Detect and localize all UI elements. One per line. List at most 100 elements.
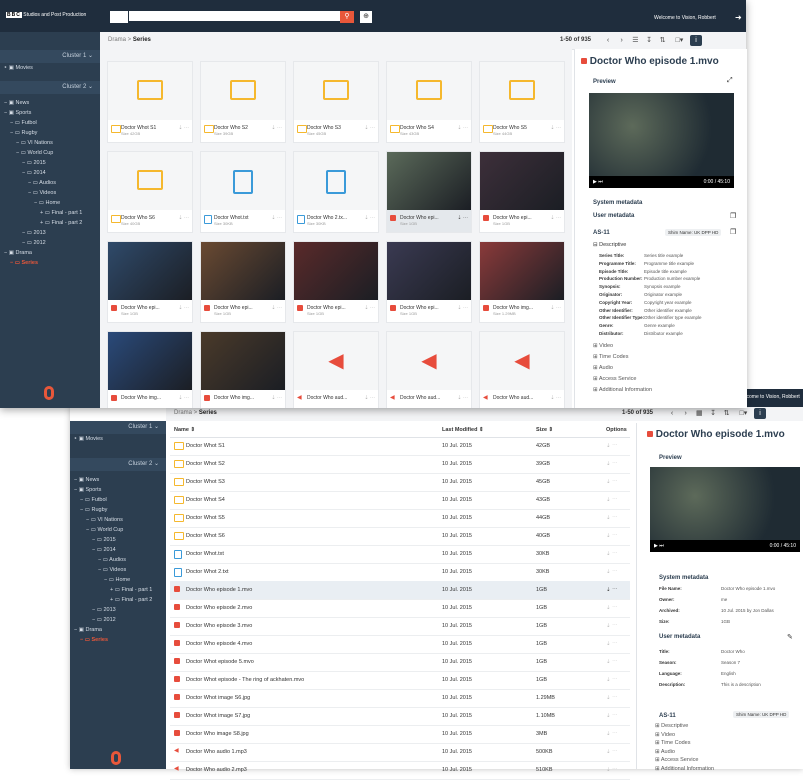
sidebar-item-audios[interactable]: − ▭ Audios	[70, 555, 166, 565]
grid-item[interactable]: Doctor Whot S1 Size 42GB ⇣ ⋯	[107, 61, 193, 143]
play-button[interactable]: ▶ ⏭	[593, 179, 603, 185]
table-row[interactable]: Doctor Who episode 1.mvo 10 Jul. 2015 1GB ⇣…	[170, 581, 630, 600]
sidebar-item-vi-nations[interactable]: − ▭ VI Nations	[70, 515, 166, 525]
as11-section[interactable]: ⊞ Audio	[655, 749, 795, 758]
table-row[interactable]: Doctor Whot image S6.jpg 10 Jul. 2015 1.29…	[170, 689, 630, 708]
back-user-metadata-label[interactable]: User metadata	[659, 634, 700, 640]
copy-icon[interactable]: ❐	[730, 228, 736, 236]
grid-item[interactable]: Doctor Who epi... Size 1GB ⇣ ⋯	[479, 151, 565, 233]
item-actions[interactable]: ⇣ ⋯	[178, 125, 189, 131]
table-row[interactable]: Doctor Whot episode 5.mvo 10 Jul. 2015 1GB…	[170, 653, 630, 672]
item-actions[interactable]: ⇣ ⋯	[550, 395, 561, 401]
prev-page-button[interactable]: ‹	[666, 408, 678, 419]
filter-button[interactable]: □▾	[734, 408, 752, 419]
preview-label[interactable]: Preview	[593, 79, 616, 85]
row-options[interactable]: ⇣ ⋯	[606, 551, 618, 557]
table-row[interactable]: Doctor Whot S3 10 Jul. 2015 45GB ⇣ ⋯	[170, 473, 630, 492]
grid-item[interactable]: Doctor Who 2.tx... Size 30KB ⇣ ⋯	[293, 151, 379, 233]
sidebar-item-drama[interactable]: − ▣ Drama	[70, 625, 166, 635]
grid-item[interactable]: ◀ ◀ Doctor Who aud... ⇣ ⋯	[386, 331, 472, 408]
crumb-drama[interactable]: Drama	[108, 37, 126, 43]
as11-label[interactable]: AS-11	[593, 230, 610, 236]
sort-button[interactable]: ⇅	[657, 35, 669, 46]
sidebar-item-rugby[interactable]: − ▭ Rugby	[70, 505, 166, 515]
sidebar-item-2014[interactable]: − ▭ 2014	[0, 168, 100, 178]
cluster2-header[interactable]: Cluster 2 ⌄	[0, 81, 100, 94]
user-metadata-label[interactable]: User metadata	[593, 213, 634, 219]
back-preview-label[interactable]: Preview	[659, 455, 682, 461]
grid-item[interactable]: Doctor Who img... ⇣ ⋯	[200, 331, 286, 408]
item-actions[interactable]: ⇣ ⋯	[364, 215, 375, 221]
sidebar-item-2015[interactable]: − ▭ 2015	[0, 158, 100, 168]
row-options[interactable]: ⇣ ⋯	[606, 677, 618, 683]
as11-section[interactable]: ⊞ Time Codes	[655, 740, 795, 749]
back-system-metadata-label[interactable]: System metadata	[659, 575, 708, 581]
sidebar-item-videos[interactable]: − ▭ Videos	[0, 188, 100, 198]
sidebar-item-futbol[interactable]: − ▭ Futbol	[0, 118, 100, 128]
item-actions[interactable]: ⇣ ⋯	[178, 215, 189, 221]
download-button[interactable]: ↧	[643, 35, 655, 46]
sidebar-item-sports[interactable]: − ▣ Sports	[70, 485, 166, 495]
item-actions[interactable]: ⇣ ⋯	[178, 395, 189, 401]
grid-item[interactable]: Doctor Who epi... Size 1GB ⇣ ⋯	[293, 241, 379, 323]
sidebar-item-futbol[interactable]: − ▭ Futbol	[70, 495, 166, 505]
grid-item[interactable]: Doctor Who S4 Size 43GB ⇣ ⋯	[386, 61, 472, 143]
row-options[interactable]: ⇣ ⋯	[606, 443, 618, 449]
item-actions[interactable]: ⇣ ⋯	[550, 215, 561, 221]
grid-item[interactable]: Doctor Who epi... Size 1GB ⇣ ⋯	[386, 241, 472, 323]
item-actions[interactable]: ⇣ ⋯	[550, 125, 561, 131]
cluster1-header[interactable]: Cluster 1 ⌄	[70, 421, 166, 434]
grid-item[interactable]: Doctor Who img... ⇣ ⋯	[107, 331, 193, 408]
filter-button[interactable]: □▾	[670, 35, 688, 46]
system-metadata-label[interactable]: System metadata	[593, 200, 642, 206]
prev-page-button[interactable]: ‹	[602, 35, 614, 46]
sidebar-item-vi-nations[interactable]: − ▭ VI Nations	[0, 138, 100, 148]
search-input[interactable]	[129, 11, 344, 21]
sidebar-item-news[interactable]: − ▣ News	[70, 475, 166, 485]
sidebar-item-2012[interactable]: − ▭ 2012	[0, 238, 100, 248]
item-actions[interactable]: ⇣ ⋯	[271, 305, 282, 311]
grid-item[interactable]: Doctor Who S6 Size 40GB ⇣ ⋯	[107, 151, 193, 233]
back-as11-label[interactable]: AS-11	[659, 713, 676, 719]
sidebar-item-2012[interactable]: − ▭ 2012	[70, 615, 166, 625]
sidebar-item-drama[interactable]: − ▣ Drama	[0, 248, 100, 258]
sidebar-item-rugby[interactable]: − ▭ Rugby	[0, 128, 100, 138]
row-options[interactable]: ⇣ ⋯	[606, 533, 618, 539]
info-button[interactable]: i	[690, 35, 703, 46]
sidebar-item-2013[interactable]: − ▭ 2013	[0, 228, 100, 238]
table-row[interactable]: Doctor Who episode 3.mvo 10 Jul. 2015 1GB ⇣…	[170, 617, 630, 636]
table-row[interactable]: Doctor Who episode 2.mvo 10 Jul. 2015 1GB ⇣…	[170, 599, 630, 618]
grid-item[interactable]: Doctor Who S3 Size 45GB ⇣ ⋯	[293, 61, 379, 143]
as11-section[interactable]: ⊞ Time Codes	[593, 354, 743, 365]
expand-icon[interactable]: ⤢	[727, 77, 733, 85]
item-actions[interactable]: ⇣ ⋯	[271, 125, 282, 131]
row-options[interactable]: ⇣ ⋯	[606, 623, 618, 629]
as11-section[interactable]: ⊞ Descriptive	[655, 723, 795, 732]
item-actions[interactable]: ⇣ ⋯	[457, 305, 468, 311]
grid-item[interactable]: Doctor Who S5 Size 44GB ⇣ ⋯	[479, 61, 565, 143]
table-row[interactable]: Doctor Whot episode - The ring of ackhat…	[170, 671, 630, 690]
col-size-header[interactable]: Size ⇕	[536, 427, 553, 433]
grid-item[interactable]: Doctor Who S2 Size 39GB ⇣ ⋯	[200, 61, 286, 143]
item-actions[interactable]: ⇣ ⋯	[457, 215, 468, 221]
play-button[interactable]: ▶ ⏭	[654, 543, 664, 549]
zoom-search-button[interactable]: ⊕	[360, 11, 372, 23]
row-options[interactable]: ⇣ ⋯	[606, 497, 618, 503]
edit-icon[interactable]: ✎	[787, 633, 793, 641]
row-options[interactable]: ⇣ ⋯	[606, 713, 618, 719]
row-options[interactable]: ⇣ ⋯	[606, 749, 618, 755]
col-modified-header[interactable]: Last Modified ⇕	[442, 427, 484, 433]
row-options[interactable]: ⇣ ⋯	[606, 641, 618, 647]
grid-item[interactable]: ◀ ◀ Doctor Who aud... ⇣ ⋯	[479, 331, 565, 408]
col-name-header[interactable]: Name ⇕	[174, 427, 195, 433]
sidebar-item-news[interactable]: − ▣ News	[0, 98, 100, 108]
item-actions[interactable]: ⇣ ⋯	[178, 305, 189, 311]
cluster1-header[interactable]: Cluster 1 ⌄	[0, 50, 100, 63]
sidebar-item-final-part-2[interactable]: + ▭ Final - part 2	[70, 595, 166, 605]
sidebar-item-2014[interactable]: − ▭ 2014	[70, 545, 166, 555]
copy-icon[interactable]: ❐	[730, 212, 736, 220]
grid-item[interactable]: Doctor Who img... Size 1.29MB ⇣ ⋯	[479, 241, 565, 323]
sidebar-item-movies[interactable]: ‣ ▣ Movies	[0, 63, 100, 73]
item-actions[interactable]: ⇣ ⋯	[550, 305, 561, 311]
sidebar-item-videos[interactable]: − ▭ Videos	[70, 565, 166, 575]
